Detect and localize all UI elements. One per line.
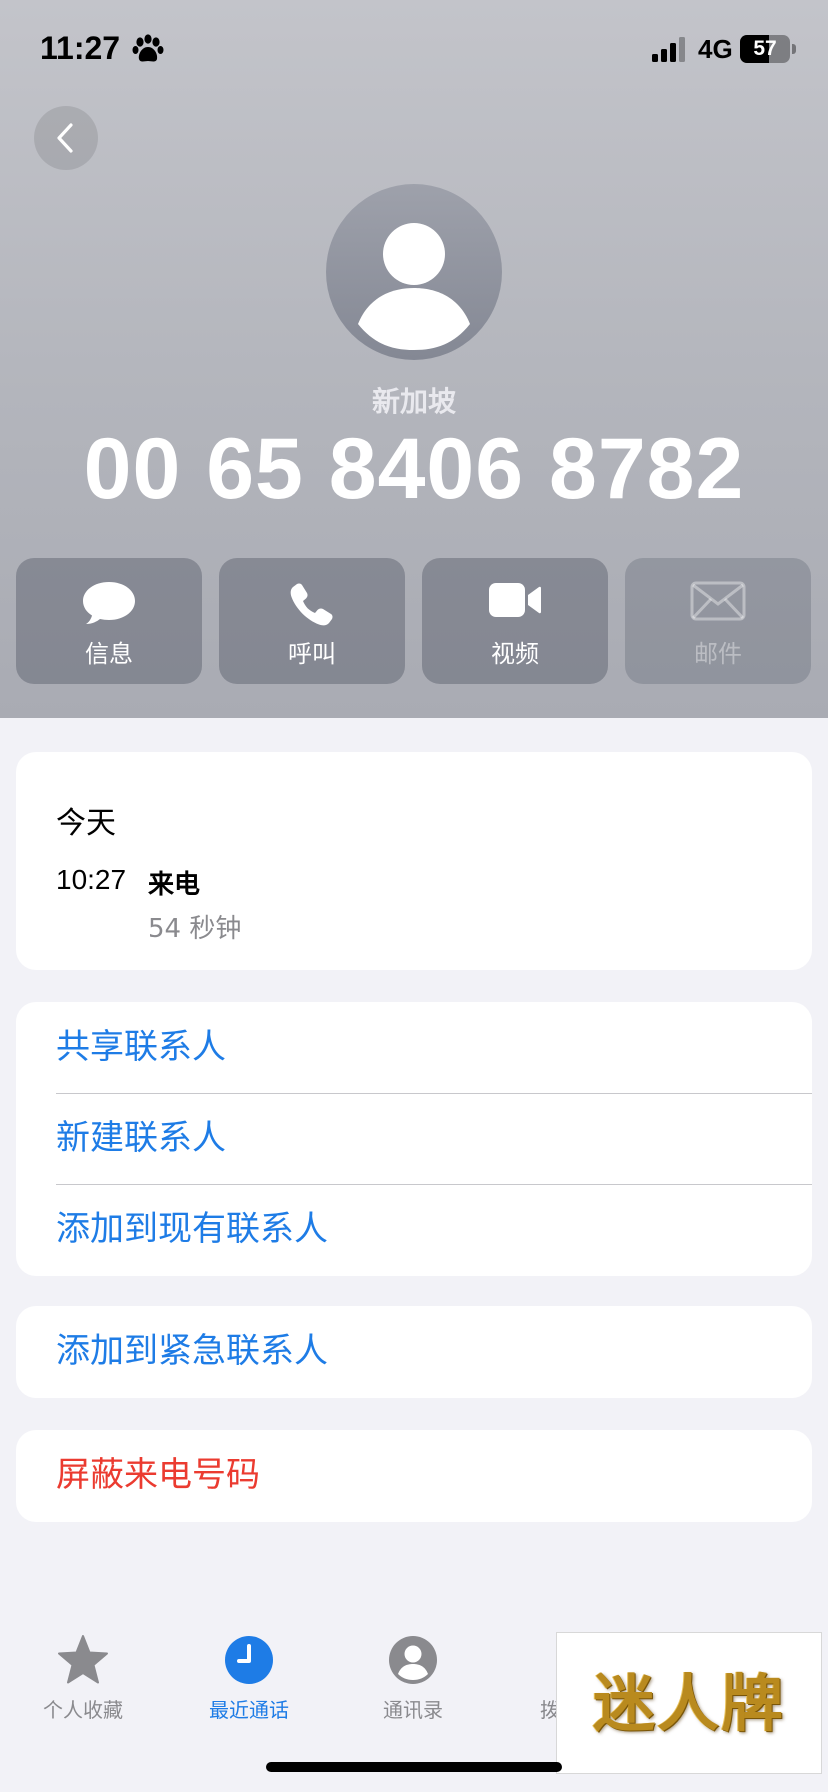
signal-icon	[652, 37, 685, 62]
tab-label: 通讯录	[383, 1698, 443, 1722]
tab-label: 最近通话	[209, 1698, 289, 1722]
person-placeholder-icon	[358, 223, 470, 350]
call-time: 10:27	[56, 864, 127, 895]
status-bar: 11:27 4G 57	[0, 0, 828, 100]
share-contact-button[interactable]: 共享联系人	[16, 1002, 812, 1093]
call-button[interactable]: 呼叫	[219, 558, 405, 684]
action-label: 呼叫	[288, 640, 336, 668]
network-type: 4G	[698, 34, 733, 64]
mail-button[interactable]: 邮件	[625, 558, 811, 684]
contact-actions-card: 共享联系人 新建联系人 添加到现有联系人	[16, 1002, 812, 1276]
video-button[interactable]: 视频	[422, 558, 608, 684]
person-circle-icon	[389, 1636, 437, 1684]
action-label: 信息	[85, 640, 133, 668]
action-label: 邮件	[694, 640, 742, 668]
action-label: 视频	[491, 640, 539, 668]
recent-call-card: 今天 10:27 来电 54 秒钟	[16, 752, 812, 970]
tab-recents[interactable]: 最近通话	[174, 1634, 324, 1734]
phone-number: 00 65 8406 8782	[83, 421, 745, 517]
status-time: 11:27	[40, 30, 121, 66]
call-type: 来电	[148, 870, 201, 900]
new-contact-button[interactable]: 新建联系人	[16, 1093, 812, 1184]
mail-icon	[690, 581, 746, 621]
block-caller-button[interactable]: 屏蔽来电号码	[16, 1430, 812, 1521]
home-indicator[interactable]	[266, 1762, 562, 1772]
block-card: 屏蔽来电号码	[16, 1430, 812, 1522]
paw-icon	[132, 34, 164, 62]
contact-location-label: 新加坡	[371, 385, 456, 418]
star-icon	[58, 1635, 108, 1684]
tab-contacts[interactable]: 通讯录	[338, 1634, 488, 1734]
tab-label: 个人收藏	[43, 1698, 123, 1722]
action-buttons: 信息 呼叫 视频 邮件	[16, 558, 812, 684]
message-button[interactable]: 信息	[16, 558, 202, 684]
add-to-emergency-contact-button[interactable]: 添加到紧急联系人	[16, 1306, 812, 1397]
video-icon	[489, 583, 541, 617]
battery-percent: 57	[753, 37, 777, 60]
watermark-logo: 迷人牌	[556, 1632, 822, 1774]
avatar	[326, 184, 502, 360]
battery-icon: 57	[740, 35, 796, 63]
message-icon	[83, 582, 135, 624]
call-date: 今天	[56, 806, 116, 841]
add-to-existing-contact-button[interactable]: 添加到现有联系人	[16, 1184, 812, 1275]
clock-icon	[225, 1636, 273, 1684]
phone-icon	[290, 583, 333, 626]
emergency-card: 添加到紧急联系人	[16, 1306, 812, 1398]
tab-favorites[interactable]: 个人收藏	[8, 1634, 158, 1734]
back-button[interactable]	[34, 106, 98, 170]
contact-header: 11:27 4G 57 新加坡 00 65 8406 8782 信息 呼叫 视频…	[0, 0, 828, 718]
watermark-text: 迷人牌	[592, 1667, 785, 1740]
chevron-left-icon	[57, 123, 73, 153]
call-duration: 54 秒钟	[148, 914, 242, 944]
